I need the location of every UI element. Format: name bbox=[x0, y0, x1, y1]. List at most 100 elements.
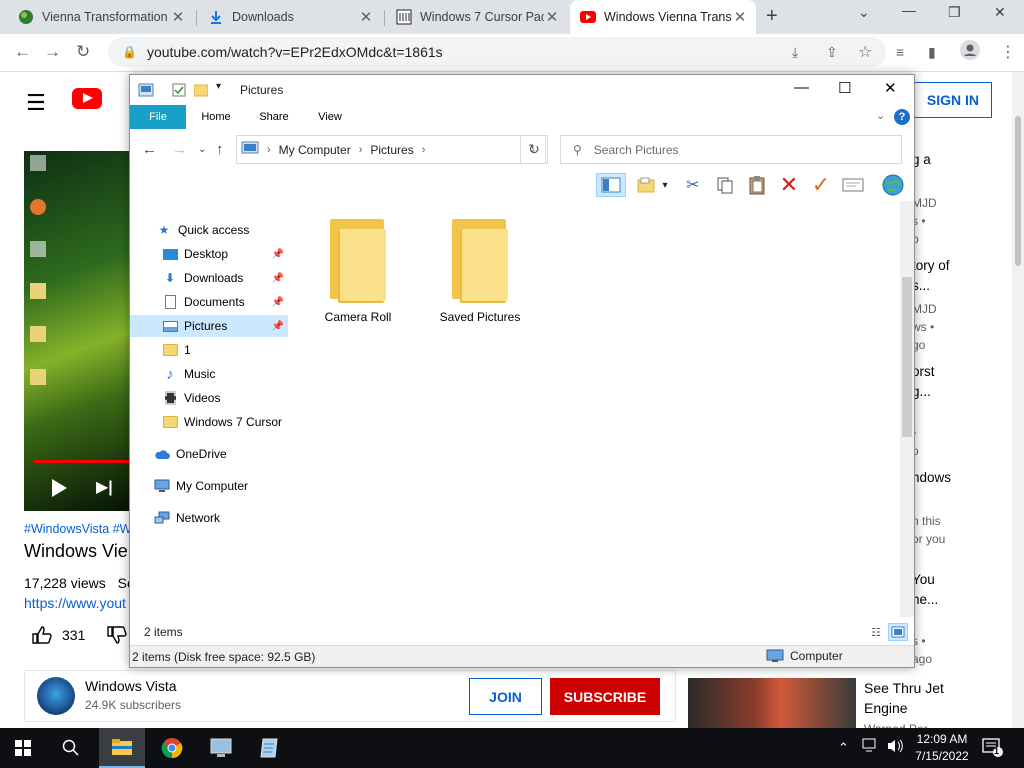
suggested-title[interactable]: tory of bbox=[912, 258, 950, 273]
address-breadcrumb[interactable]: › My Computer › Pictures › ⌄ bbox=[236, 135, 546, 164]
description-link[interactable]: https://www.yout bbox=[24, 595, 126, 611]
recent-locations-icon[interactable]: ⌄ bbox=[198, 144, 206, 155]
forward-arrow-icon[interactable]: → bbox=[172, 141, 187, 158]
side-panel-icon[interactable]: ▮ bbox=[928, 44, 936, 61]
channel-name[interactable]: Windows Vista bbox=[85, 678, 177, 694]
suggested-video-thumbnail[interactable] bbox=[688, 678, 856, 728]
close-window-icon[interactable]: ✕ bbox=[994, 4, 1006, 21]
share-icon[interactable]: ⇪ bbox=[826, 44, 838, 61]
lock-icon[interactable]: 🔒 bbox=[122, 45, 137, 59]
paste-icon[interactable] bbox=[744, 173, 770, 197]
scrollbar-thumb[interactable] bbox=[1015, 116, 1021, 266]
suggested-title[interactable]: orst bbox=[912, 364, 935, 379]
install-icon[interactable]: ⤓ bbox=[792, 44, 798, 61]
volume-icon[interactable] bbox=[886, 738, 904, 757]
join-button[interactable]: JOIN bbox=[469, 678, 542, 715]
new-item-dropdown-icon[interactable]: ▾ bbox=[658, 173, 672, 197]
minimize-icon[interactable]: — bbox=[794, 79, 809, 96]
network-tray-icon[interactable] bbox=[862, 738, 880, 757]
hamburger-menu-icon[interactable]: ☰ bbox=[26, 90, 46, 116]
suggested-video-title[interactable]: See Thru Jet Engine bbox=[864, 678, 964, 718]
address-bar[interactable]: 🔒 youtube.com/watch?v=EPr2EdxOMdc&t=1861… bbox=[108, 37, 886, 67]
properties-card-icon[interactable] bbox=[840, 173, 866, 197]
large-icons-view-icon[interactable] bbox=[888, 623, 908, 641]
pin-icon[interactable]: 📌 bbox=[272, 297, 284, 308]
new-tab-button[interactable]: + bbox=[766, 5, 778, 28]
nav-windows7-cursor[interactable]: Windows 7 Cursor bbox=[130, 411, 288, 433]
nav-documents[interactable]: Documents 📌 bbox=[130, 291, 288, 313]
nav-onedrive[interactable]: OneDrive bbox=[130, 443, 288, 465]
nav-quick-access[interactable]: ★ Quick access bbox=[130, 219, 288, 241]
suggested-title[interactable]: You bbox=[912, 572, 935, 587]
tab-share[interactable]: Share bbox=[250, 105, 298, 129]
suggested-title[interactable]: ndows bbox=[912, 470, 951, 485]
sign-in-button[interactable]: SIGN IN bbox=[910, 82, 992, 118]
help-icon[interactable]: ? bbox=[894, 109, 910, 125]
tab-vienna-transformation[interactable]: Vienna Transformation ✕ bbox=[8, 0, 194, 34]
nav-music[interactable]: ♪ Music bbox=[130, 363, 288, 385]
expand-ribbon-icon[interactable]: ⌄ bbox=[876, 109, 885, 122]
close-tab-icon[interactable]: ✕ bbox=[732, 8, 748, 26]
close-tab-icon[interactable]: ✕ bbox=[358, 8, 374, 26]
explorer-scrollbar[interactable] bbox=[900, 201, 914, 617]
video-hashtags[interactable]: #WindowsVista #W bbox=[24, 522, 131, 536]
nav-network[interactable]: Network bbox=[130, 507, 288, 529]
new-item-icon[interactable] bbox=[634, 173, 660, 197]
folder-camera-roll[interactable]: Camera Roll bbox=[298, 219, 418, 329]
minimize-icon[interactable]: — bbox=[902, 2, 916, 18]
tab-file[interactable]: File bbox=[130, 105, 186, 129]
folder-saved-pictures[interactable]: Saved Pictures bbox=[420, 219, 540, 329]
tab-downloads[interactable]: Downloads ✕ bbox=[198, 0, 382, 34]
breadcrumb-pictures[interactable]: Pictures bbox=[370, 143, 413, 157]
tab-windows7-cursor[interactable]: Windows 7 Cursor Pack ✕ bbox=[386, 0, 568, 34]
start-button[interactable] bbox=[0, 728, 46, 768]
explorer-titlebar[interactable]: ▾ Pictures — ☐ ✕ bbox=[130, 75, 914, 105]
taskbar-search-icon[interactable] bbox=[48, 728, 94, 768]
play-icon[interactable] bbox=[52, 479, 67, 497]
next-video-icon[interactable]: ▶| bbox=[96, 477, 113, 497]
video-progress-bar[interactable] bbox=[34, 460, 130, 463]
tab-home[interactable]: Home bbox=[192, 105, 240, 129]
bookmark-star-icon[interactable]: ☆ bbox=[858, 42, 872, 62]
rename-check-icon[interactable]: ✓ bbox=[808, 172, 834, 197]
nav-videos[interactable]: Videos bbox=[130, 387, 288, 409]
breadcrumb-my-computer[interactable]: My Computer bbox=[279, 143, 351, 157]
youtube-logo[interactable] bbox=[72, 88, 102, 109]
thumbs-down-icon[interactable] bbox=[107, 626, 128, 644]
back-arrow-icon[interactable]: ← bbox=[142, 141, 157, 158]
delete-icon[interactable]: ✕ bbox=[776, 172, 802, 197]
close-tab-icon[interactable]: ✕ bbox=[544, 8, 560, 26]
taskbar-app[interactable] bbox=[198, 728, 244, 768]
taskbar-file-explorer[interactable] bbox=[99, 728, 145, 768]
suggested-title[interactable]: ne... bbox=[912, 592, 938, 607]
scrollbar-thumb[interactable] bbox=[902, 277, 912, 437]
nav-downloads[interactable]: ⬇ Downloads 📌 bbox=[130, 267, 288, 289]
breadcrumb-chevron-icon[interactable]: › bbox=[422, 144, 426, 156]
preview-pane-icon[interactable] bbox=[596, 173, 626, 197]
chrome-menu-icon[interactable]: ⋮ bbox=[1000, 42, 1016, 62]
show-hidden-icons-icon[interactable]: ⌃ bbox=[838, 740, 849, 756]
tab-view[interactable]: View bbox=[306, 105, 354, 129]
taskbar-chrome[interactable] bbox=[149, 728, 195, 768]
restore-icon[interactable]: ❐ bbox=[948, 4, 961, 21]
action-center-icon[interactable]: 1 bbox=[982, 738, 1004, 761]
back-icon[interactable]: ← bbox=[14, 42, 31, 62]
pin-icon[interactable]: 📌 bbox=[272, 273, 284, 284]
profile-avatar-icon[interactable] bbox=[960, 40, 980, 65]
breadcrumb-chevron-icon[interactable]: › bbox=[267, 144, 271, 156]
refresh-button[interactable]: ↻ bbox=[520, 135, 548, 164]
close-icon[interactable]: ✕ bbox=[884, 79, 897, 97]
nav-desktop[interactable]: Desktop 📌 bbox=[130, 243, 288, 265]
window-icon[interactable] bbox=[138, 83, 154, 97]
copy-icon[interactable] bbox=[712, 173, 738, 197]
media-control-icon[interactable]: ≡ bbox=[896, 44, 904, 60]
channel-avatar[interactable] bbox=[37, 677, 75, 715]
details-view-icon[interactable]: ☷ bbox=[866, 623, 886, 641]
properties-icon[interactable] bbox=[172, 83, 186, 97]
pin-icon[interactable]: 📌 bbox=[272, 321, 284, 332]
new-folder-icon[interactable] bbox=[193, 83, 209, 97]
up-arrow-icon[interactable]: ↑ bbox=[216, 141, 224, 158]
tab-windows-vienna-trans[interactable]: Windows Vienna Trans ✕ bbox=[570, 0, 756, 34]
maximize-icon[interactable]: ☐ bbox=[838, 79, 851, 97]
nav-pictures[interactable]: Pictures 📌 bbox=[130, 315, 288, 337]
